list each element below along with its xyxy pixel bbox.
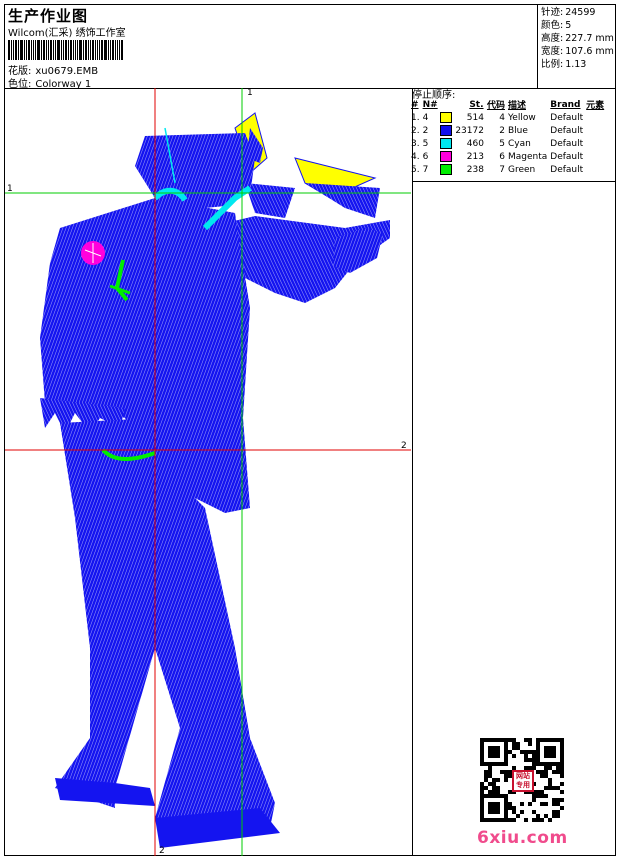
- guide-label-h2: 2: [401, 441, 407, 451]
- row-brand: Default: [550, 112, 584, 123]
- row-description: Cyan: [507, 138, 531, 149]
- row-code: 5: [499, 138, 505, 149]
- stat-height: 高度: 227.7 mm: [541, 33, 614, 44]
- page-title: 生产作业图: [8, 7, 89, 25]
- stop-sequence-table: # N# St. 代码 描述 Brand 元素 1. 4 514 4 Yellow Def…: [411, 98, 607, 176]
- row-index: 2.: [411, 125, 420, 136]
- stat-scale: 比例: 1.13: [541, 59, 587, 70]
- row-needle: 7: [423, 163, 456, 176]
- guide-label-v1: 1: [247, 88, 253, 98]
- table-row: 5. 7 238 7 Green Default: [411, 163, 607, 176]
- guide-label-v2: 2: [159, 846, 165, 856]
- row-brand: Default: [550, 138, 584, 149]
- design-divider: [412, 88, 413, 855]
- row-index: 4.: [411, 151, 420, 162]
- studio-subtitle: Wilcom(汇采) 绣饰工作室: [8, 28, 126, 39]
- row-stitches: 460: [466, 138, 484, 149]
- color-swatch: [440, 112, 453, 123]
- headdress-feathers: [234, 112, 380, 218]
- table-row: 1. 4 514 4 Yellow Default: [411, 111, 607, 124]
- row-index: 1.: [411, 112, 420, 123]
- row-needle: 5: [423, 137, 456, 150]
- col-description: 描述: [507, 101, 526, 111]
- row-stitches: 238: [466, 164, 484, 175]
- row-description: Green: [507, 164, 536, 175]
- table-row: 4. 6 213 6 Magenta Default: [411, 150, 607, 163]
- row-brand: Default: [550, 151, 584, 162]
- row-element: [586, 163, 607, 176]
- row-index: 5.: [411, 164, 420, 175]
- stat-stitches: 针迹: 24599: [541, 7, 596, 18]
- row-description: Yellow: [507, 112, 536, 123]
- guide-label-h1: 1: [7, 184, 13, 194]
- stat-colors: 颜色: 5: [541, 20, 572, 31]
- row-brand: Default: [550, 164, 584, 175]
- col-index: #: [411, 99, 419, 110]
- row-code: 7: [499, 164, 505, 175]
- row-index: 3.: [411, 138, 420, 149]
- table-header-row: # N# St. 代码 描述 Brand 元素: [411, 98, 607, 112]
- barcode: [8, 40, 130, 60]
- row-element: [586, 111, 607, 124]
- row-code: 2: [499, 125, 505, 136]
- embroidery-figure: [5, 88, 411, 856]
- row-code: 4: [499, 112, 505, 123]
- site-stamp: 网站专用: [512, 770, 534, 792]
- col-code: 代码: [486, 101, 505, 111]
- stops-bottom-line: [412, 181, 615, 182]
- row-element: [586, 137, 607, 150]
- table-row: 3. 5 460 5 Cyan Default: [411, 137, 607, 150]
- row-needle: 4: [423, 111, 456, 124]
- row-element: [586, 124, 607, 137]
- row-needle: 6: [423, 150, 456, 163]
- row-needle: 2: [423, 124, 456, 137]
- stats-panel: 针迹: 24599 颜色: 5 高度: 227.7 mm 宽度: 107.6 mm 比例…: [541, 6, 614, 71]
- col-stitches: St.: [469, 99, 484, 110]
- row-description: Magenta: [507, 151, 548, 162]
- row-stitches: 23172: [455, 125, 484, 136]
- row-stitches: 213: [466, 151, 484, 162]
- watermark: 6xiu.com: [477, 828, 568, 848]
- color-swatch: [440, 138, 453, 149]
- row-description: Blue: [507, 125, 528, 136]
- stat-width: 宽度: 107.6 mm: [541, 46, 614, 57]
- color-swatch: [440, 151, 453, 162]
- col-element: 元素: [586, 101, 605, 111]
- color-swatch: [440, 164, 453, 175]
- row-brand: Default: [550, 125, 584, 136]
- magenta-emblem: [81, 241, 105, 265]
- embroidery-preview: 1 1 2 2: [5, 88, 411, 856]
- row-element: [586, 150, 607, 163]
- row-stitches: 514: [466, 112, 484, 123]
- col-needle: N#: [422, 99, 438, 110]
- left-boot: [55, 778, 155, 806]
- stats-divider: [537, 5, 538, 88]
- row-code: 6: [499, 151, 505, 162]
- color-swatch: [440, 125, 453, 136]
- table-row: 2. 2 23172 2 Blue Default: [411, 124, 607, 137]
- col-brand: Brand: [550, 99, 581, 110]
